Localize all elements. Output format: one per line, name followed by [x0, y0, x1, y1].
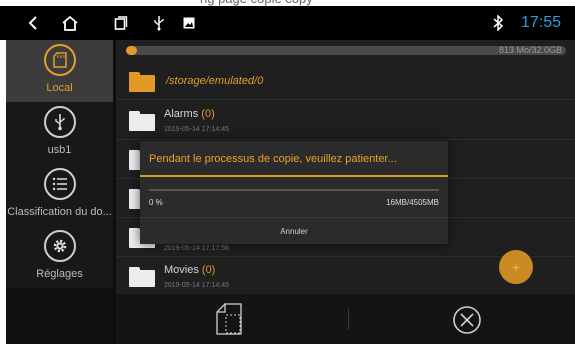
storage-usage-bar: 813 Mo/32.0GB [126, 45, 566, 55]
sidebar-item-label: Réglages [36, 268, 83, 280]
dialog-title: Pendant le processus de copie, veuillez … [149, 153, 397, 165]
recent-apps-icon[interactable] [111, 6, 131, 40]
sidebar-item-label: Local [46, 82, 73, 94]
file-row[interactable]: Alarms (0) 2019-05-14 17:14:45 [116, 101, 575, 140]
copy-progress-dialog: Pendant le processus de copie, veuillez … [140, 141, 448, 244]
dialog-separator [140, 175, 448, 177]
sidebar-item-usb1[interactable]: usb1 [6, 102, 113, 164]
sidebar-footer [6, 288, 113, 344]
current-path-row[interactable]: /storage/emulated/0 [116, 64, 575, 100]
sidebar-item-settings[interactable]: Réglages [6, 226, 113, 288]
usb-icon [150, 6, 168, 40]
copy-progress-percent: 0 % [149, 198, 163, 207]
sd-card-icon [43, 44, 76, 76]
status-bar: 17:55 [0, 6, 575, 40]
current-path: /storage/emulated/0 [166, 75, 264, 87]
list-icon [43, 168, 76, 200]
sidebar-item-label: Classification du do... [7, 206, 112, 218]
file-count: (0) [201, 108, 215, 120]
usb-icon [43, 106, 76, 138]
add-button[interactable]: + [499, 250, 533, 284]
bottom-toolbar [116, 294, 575, 344]
home-icon[interactable] [58, 6, 82, 40]
file-name: Movies (0) [164, 264, 216, 276]
cancel-button[interactable]: Annuler [140, 217, 448, 244]
storage-usage-text: 813 Mo/32.0GB [498, 45, 562, 55]
sidebar-item-classification[interactable]: Classification du do... [6, 164, 113, 226]
sidebar-item-local[interactable]: Local [6, 40, 113, 102]
toolbar-divider [348, 308, 349, 330]
file-date: 2019-05-14 17:17:56 [164, 245, 229, 252]
sidebar-item-label: usb1 [47, 144, 72, 156]
sidebar: Local usb1 Classification du do... Régla… [6, 40, 113, 344]
storage-usage-fill [126, 46, 137, 55]
gear-icon [43, 230, 76, 262]
file-name: Alarms (0) [164, 108, 215, 120]
back-icon[interactable] [22, 6, 44, 40]
image-icon [180, 6, 198, 40]
file-count: (0) [201, 264, 216, 276]
paste-icon[interactable] [216, 302, 242, 340]
copy-progress-size: 16MB/4505MB [386, 198, 439, 207]
copy-progress-bar [149, 189, 439, 191]
folder-icon [129, 111, 155, 131]
file-date: 2019-05-14 17:14:45 [164, 282, 229, 289]
folder-icon [129, 72, 155, 92]
folder-icon [129, 267, 155, 287]
bluetooth-icon [490, 6, 506, 40]
status-time: 17:55 [520, 14, 561, 31]
file-date: 2019-05-14 17:14:45 [164, 126, 229, 133]
close-icon[interactable] [452, 305, 482, 340]
